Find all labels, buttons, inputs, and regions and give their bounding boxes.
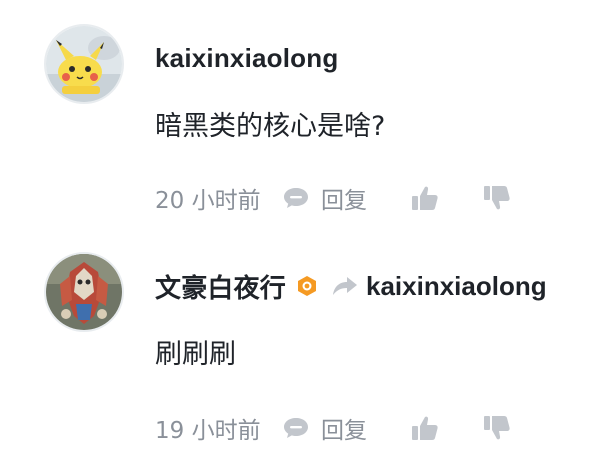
armored-character-avatar-icon [46,254,122,330]
comment-item: kaixinxiaolong 暗黑类的核心是啥? 20 小时前 回复 [0,0,614,240]
thumbs-down-icon [484,416,510,440]
comment-actions: 19 小时前 回复 [155,410,511,446]
reply-label: 回复 [321,418,367,444]
reply-button[interactable]: 回复 [283,181,411,215]
speech-bubble-icon [284,418,308,438]
thumbs-up-icon [412,186,438,210]
like-button[interactable] [411,414,483,442]
timestamp: 20 小时前 [155,188,261,214]
comment-text: 暗黑类的核心是啥? [155,111,386,142]
username[interactable]: 文豪白夜行 [155,268,286,305]
share-arrow-icon [333,277,358,295]
pikachu-avatar-icon [46,26,122,102]
reply-button[interactable]: 回复 [283,411,411,445]
timestamp: 19 小时前 [155,418,261,444]
reply-target-username[interactable]: kaixinxiaolong [366,271,547,302]
speech-bubble-icon [284,188,308,208]
thumbs-up-icon [412,416,438,440]
like-button[interactable] [411,184,483,212]
dislike-button[interactable] [483,414,511,442]
username-row: 文豪白夜行 kaixinxiaolong [155,268,547,304]
verified-hexagon-badge-icon [298,276,317,296]
avatar[interactable] [44,24,124,104]
comment-actions: 20 小时前 回复 [155,180,511,216]
username-row: kaixinxiaolong [155,40,338,76]
reply-label: 回复 [321,188,367,214]
username[interactable]: kaixinxiaolong [155,43,338,74]
dislike-button[interactable] [483,184,511,212]
comment-text: 刷刷刷 [155,339,236,370]
thumbs-down-icon [484,186,510,210]
avatar[interactable] [44,252,124,332]
comment-item: 文豪白夜行 kaixinxiaolong 刷刷刷 19 小时前 回复 [0,240,614,466]
